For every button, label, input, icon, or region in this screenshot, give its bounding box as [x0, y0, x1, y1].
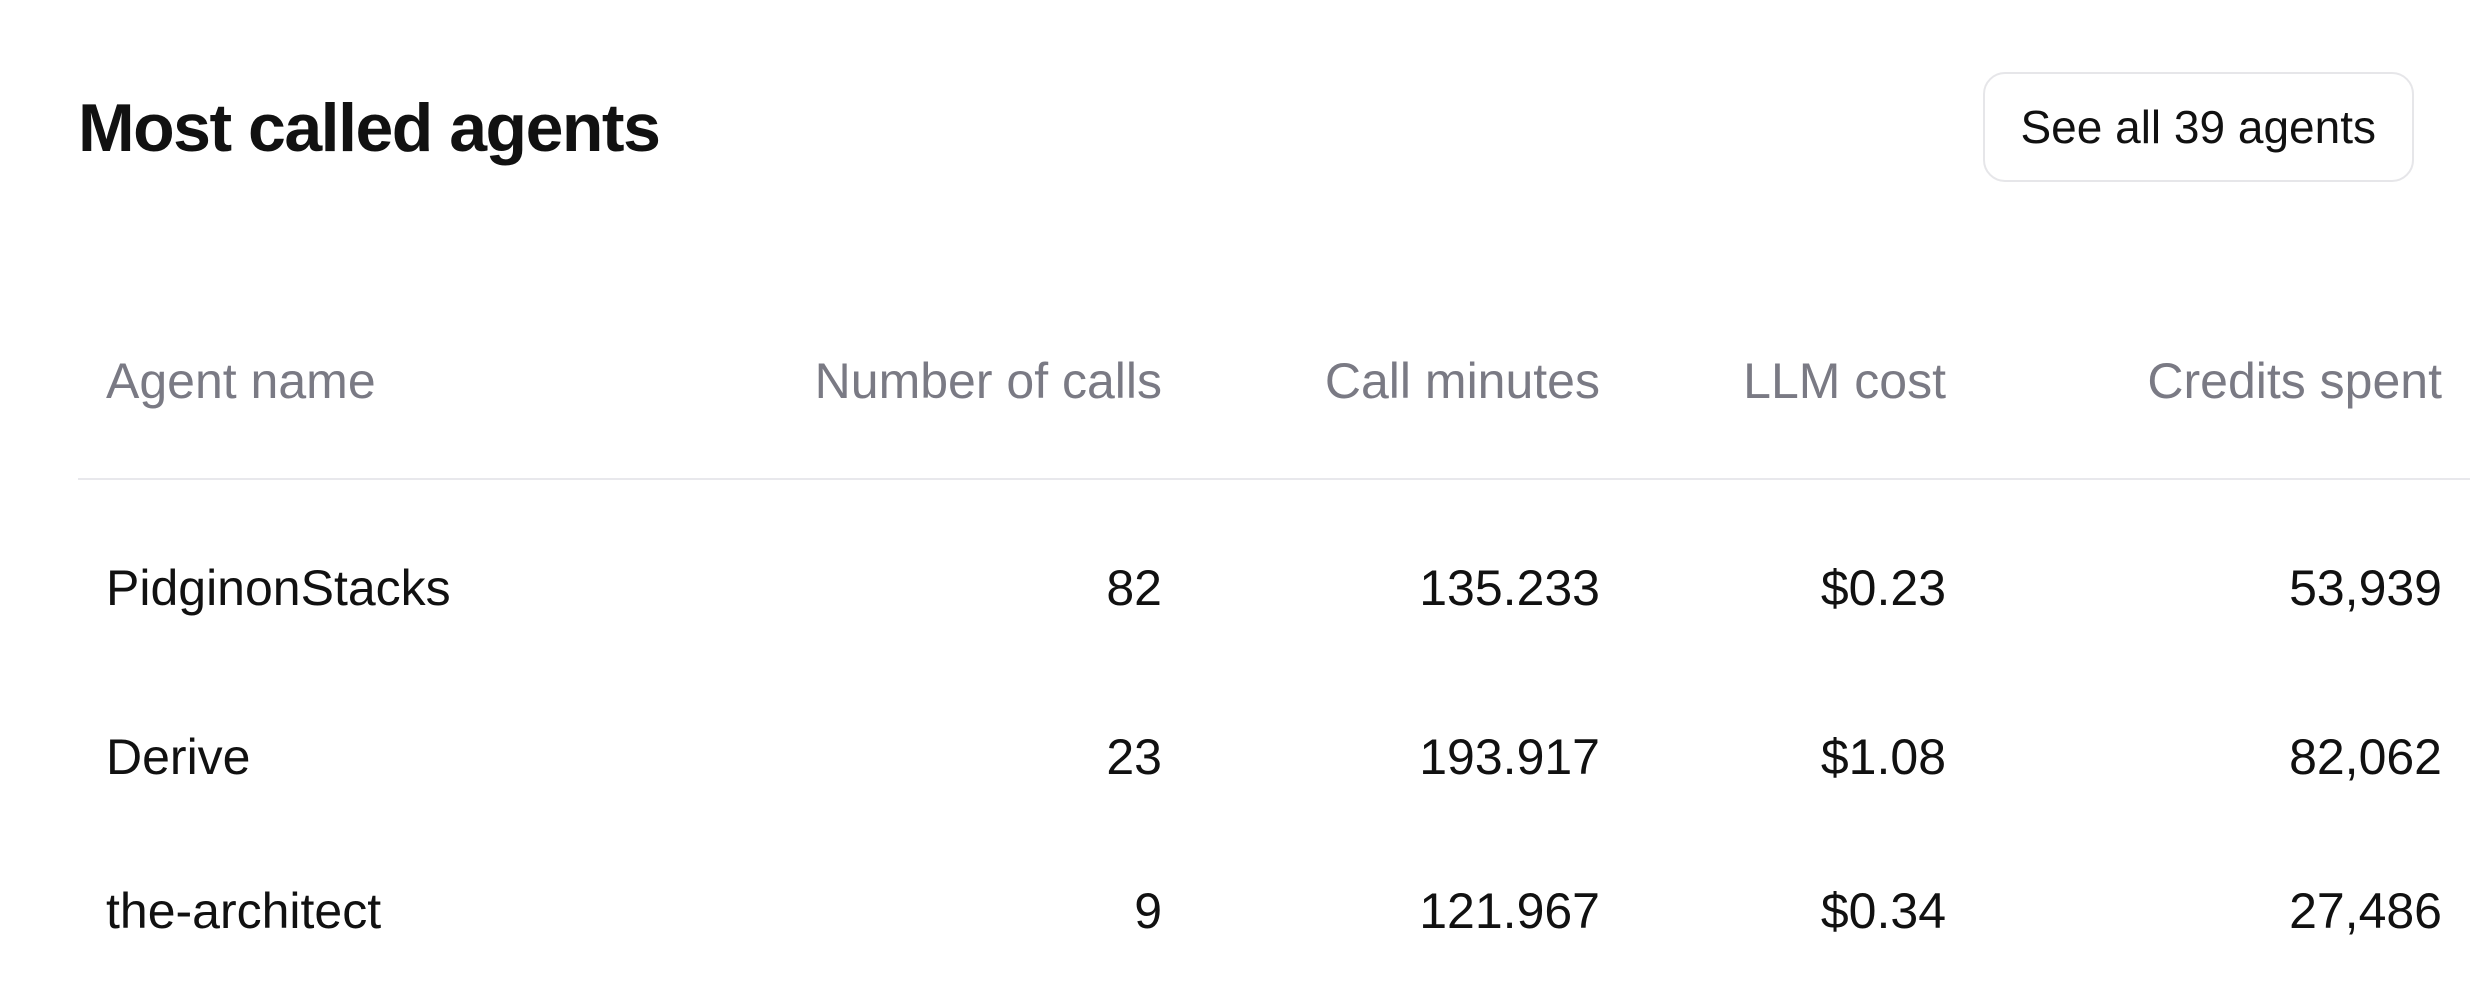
column-header-llm-cost: LLM cost — [1600, 284, 1946, 480]
llm-cost-cell: $1.08 — [1820, 729, 1946, 785]
table-row[interactable]: Derive 23 193.917 $1.08 82,062 — [78, 680, 2470, 834]
column-header-call-minutes: Call minutes — [1162, 284, 1600, 480]
agent-name-cell: PidginonStacks — [106, 560, 451, 616]
column-header-credits-spent: Credits spent — [1946, 284, 2470, 480]
number-of-calls-cell: 23 — [1106, 729, 1162, 785]
agents-table-header: Agent name Number of calls Call minutes … — [78, 284, 2470, 480]
column-header-agent-name: Agent name — [78, 284, 702, 480]
call-minutes-cell: 193.917 — [1419, 729, 1600, 785]
most-called-agents-panel: Most called agents See all 39 agents Age… — [78, 72, 2470, 939]
call-minutes-cell: 121.967 — [1419, 883, 1600, 939]
credits-spent-cell: 82,062 — [2289, 729, 2442, 785]
llm-cost-cell: $0.23 — [1820, 560, 1946, 616]
agents-table-body: PidginonStacks 82 135.233 $0.23 53,939 D… — [78, 479, 2470, 988]
table-header-row: Agent name Number of calls Call minutes … — [78, 284, 2470, 480]
call-minutes-cell: 135.233 — [1419, 560, 1600, 616]
llm-cost-cell: $0.34 — [1820, 883, 1946, 939]
agent-name-cell: Derive — [106, 729, 251, 785]
agent-name-cell: the-architect — [106, 883, 382, 939]
number-of-calls-cell: 82 — [1106, 560, 1162, 616]
column-header-number-of-calls: Number of calls — [702, 284, 1162, 480]
panel-title: Most called agents — [78, 90, 661, 166]
table-row[interactable]: PidginonStacks 82 135.233 $0.23 53,939 — [78, 479, 2470, 680]
credits-spent-cell: 53,939 — [2289, 560, 2442, 616]
credits-spent-cell: 27,486 — [2289, 883, 2442, 939]
table-row[interactable]: the-architect 9 121.967 $0.34 27,486 — [78, 834, 2470, 988]
agents-table: Agent name Number of calls Call minutes … — [78, 284, 2470, 988]
panel-header: Most called agents See all 39 agents — [78, 72, 2414, 184]
see-all-agents-button[interactable]: See all 39 agents — [1982, 72, 2414, 182]
number-of-calls-cell: 9 — [1134, 883, 1162, 939]
